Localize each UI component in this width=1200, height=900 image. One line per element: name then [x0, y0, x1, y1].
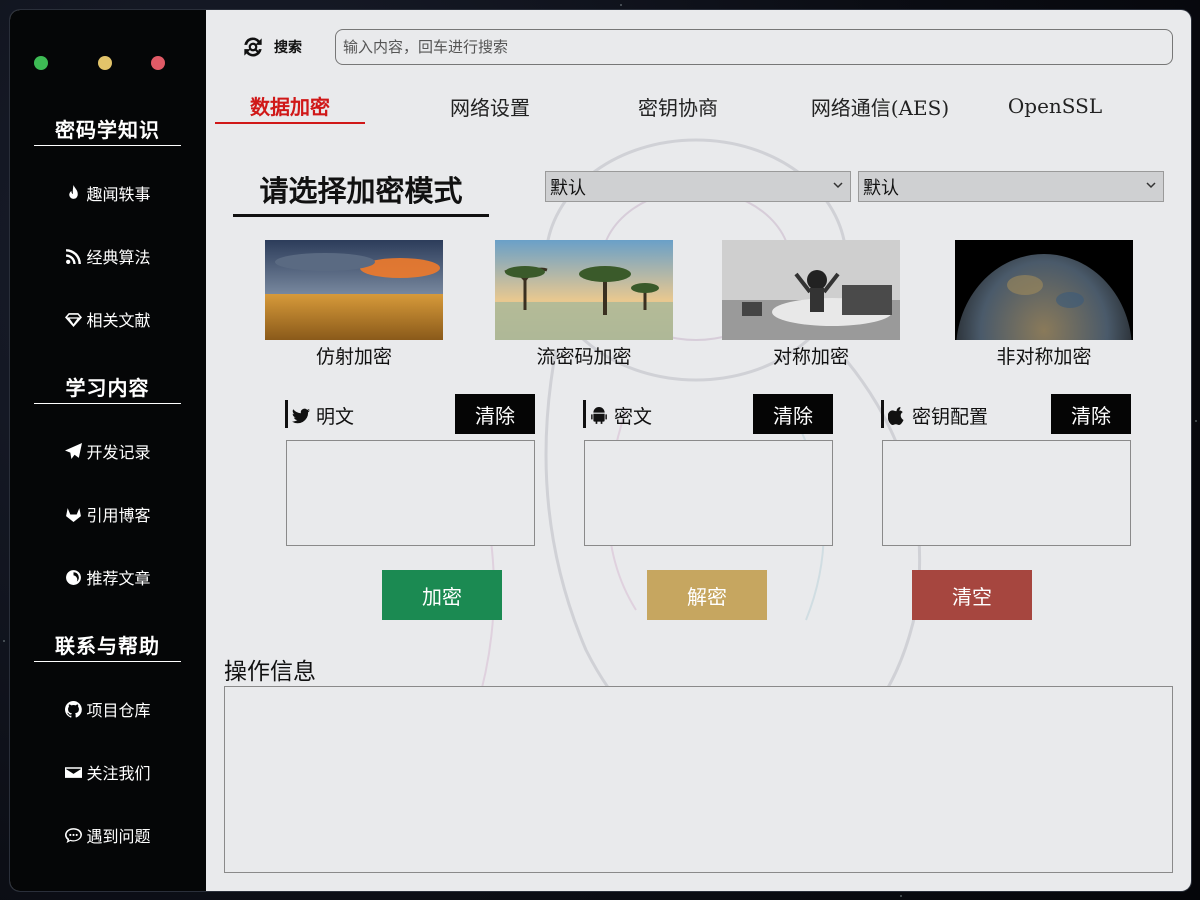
- ciphertext-label-group: 密文: [590, 402, 652, 429]
- ciphertext-header: 密文 清除: [583, 394, 833, 434]
- clear-key-config-button[interactable]: 清除: [1051, 394, 1131, 434]
- section-title-crypto: 密码学知识: [34, 114, 181, 146]
- rss-icon: [66, 248, 82, 264]
- header-accent-bar: [583, 400, 586, 428]
- decrypt-button[interactable]: 解密: [647, 570, 767, 620]
- sidebar-item-blogs[interactable]: 引用博客: [10, 499, 206, 529]
- wheat-field-sunset-image: [265, 240, 443, 340]
- maximize-button[interactable]: [34, 56, 48, 70]
- mode-select-2-value: 默认: [863, 177, 899, 199]
- chevron-down-icon: [833, 182, 843, 189]
- mode-select-2[interactable]: 默认: [858, 171, 1164, 202]
- card-caption: 流密码加密: [536, 346, 632, 368]
- twitter-icon: [292, 408, 310, 423]
- section-title-learning: 学习内容: [34, 372, 181, 404]
- tab-key-negotiation[interactable]: 密钥协商: [603, 88, 753, 124]
- mode-select-1-value: 默认: [550, 177, 586, 199]
- header-accent-bar: [881, 400, 884, 428]
- key-config-label-group: 密钥配置: [888, 402, 988, 429]
- key-config-label: 密钥配置: [912, 406, 989, 428]
- mangrove-trees-image: [495, 240, 673, 340]
- clear-plaintext-button[interactable]: 清除: [455, 394, 535, 434]
- plaintext-header: 明文 清除: [285, 394, 535, 434]
- search-button-label: 搜索: [274, 40, 302, 56]
- card-symmetric-encryption[interactable]: 对称加密: [722, 240, 900, 369]
- astronaut-jump-image: [722, 240, 900, 340]
- sidebar-item-label: 引用博客: [86, 506, 151, 525]
- search-input[interactable]: [335, 29, 1173, 65]
- sidebar-item-follow[interactable]: 关注我们: [10, 757, 206, 787]
- operation-log-title: 操作信息: [224, 659, 316, 685]
- search-button[interactable]: 搜索: [240, 30, 302, 64]
- tab-openssl[interactable]: OpenSSL: [980, 88, 1130, 124]
- tab-network-settings[interactable]: 网络设置: [415, 88, 565, 124]
- sidebar-item-repo[interactable]: 项目仓库: [10, 694, 206, 724]
- close-button[interactable]: [151, 56, 165, 70]
- sidebar-item-dev-log[interactable]: 开发记录: [10, 436, 206, 466]
- operation-log-box: [224, 686, 1173, 873]
- clear-ciphertext-button[interactable]: 清除: [753, 394, 833, 434]
- card-asymmetric-encryption[interactable]: 非对称加密: [955, 240, 1133, 369]
- sidebar-item-label: 项目仓库: [86, 701, 151, 720]
- sidebar-item-label: 经典算法: [86, 248, 151, 267]
- diamond-icon: [65, 312, 83, 327]
- sidebar-item-algorithms[interactable]: 经典算法: [10, 241, 206, 271]
- fire-icon: [69, 184, 79, 199]
- plaintext-label-group: 明文: [292, 402, 354, 429]
- comment-icon: [65, 827, 83, 843]
- minimize-button[interactable]: [98, 56, 112, 70]
- apple-icon: [888, 406, 904, 425]
- moon-image: [955, 240, 1133, 340]
- android-icon: [591, 406, 607, 424]
- sidebar-item-label: 遇到问题: [86, 827, 151, 846]
- section-title-contact: 联系与帮助: [34, 630, 181, 662]
- key-config-header: 密钥配置 清除: [881, 394, 1131, 434]
- sidebar-item-help[interactable]: 遇到问题: [10, 820, 206, 850]
- plaintext-label: 明文: [316, 406, 355, 428]
- card-caption: 非对称加密: [996, 346, 1092, 368]
- paper-plane-icon: [65, 442, 83, 459]
- card-stream-cipher[interactable]: 流密码加密: [495, 240, 673, 369]
- card-caption: 对称加密: [772, 346, 849, 368]
- ciphertext-label: 密文: [614, 406, 653, 428]
- app-window: 密码学知识 趣闻轶事 经典算法 相关文献 学习内容 开发记录 引用博客 推荐文章…: [10, 10, 1191, 891]
- ciphertext-input[interactable]: [584, 440, 833, 546]
- window-controls: [34, 56, 174, 70]
- sidebar-item-label: 开发记录: [86, 443, 151, 462]
- card-caption: 仿射加密: [315, 346, 392, 368]
- mode-select-1[interactable]: 默认: [545, 171, 851, 202]
- firefox-icon: [66, 569, 82, 585]
- header-accent-bar: [285, 400, 288, 428]
- encryption-mode-title: 请选择加密模式: [233, 168, 489, 217]
- sidebar: 密码学知识 趣闻轶事 经典算法 相关文献 学习内容 开发记录 引用博客 推荐文章…: [10, 10, 206, 891]
- chevron-down-icon: [1146, 182, 1156, 189]
- sidebar-item-label: 关注我们: [86, 764, 151, 783]
- tab-bar: 数据加密 网络设置 密钥协商 网络通信(AES) OpenSSL: [215, 88, 1175, 126]
- envelope-icon: [65, 766, 83, 778]
- sidebar-item-label: 趣闻轶事: [86, 185, 151, 204]
- plaintext-input[interactable]: [286, 440, 535, 546]
- tab-network-aes[interactable]: 网络通信(AES): [790, 88, 970, 124]
- encrypt-button[interactable]: 加密: [382, 570, 502, 620]
- key-config-input[interactable]: [882, 440, 1131, 546]
- sidebar-item-articles[interactable]: 推荐文章: [10, 562, 206, 592]
- main-content: 搜索 数据加密 网络设置 密钥协商 网络通信(AES) OpenSSL 请选择加…: [206, 10, 1191, 891]
- clear-all-button[interactable]: 清空: [912, 570, 1032, 620]
- refresh-search-icon: [244, 37, 262, 57]
- gitlab-icon: [66, 507, 82, 522]
- sidebar-item-anecdotes[interactable]: 趣闻轶事: [10, 178, 206, 208]
- sidebar-item-literature[interactable]: 相关文献: [10, 304, 206, 334]
- tab-data-encryption[interactable]: 数据加密: [215, 88, 365, 124]
- sidebar-item-label: 推荐文章: [86, 569, 151, 588]
- github-icon: [65, 700, 83, 718]
- card-affine-encryption[interactable]: 仿射加密: [265, 240, 443, 369]
- sidebar-item-label: 相关文献: [86, 311, 151, 330]
